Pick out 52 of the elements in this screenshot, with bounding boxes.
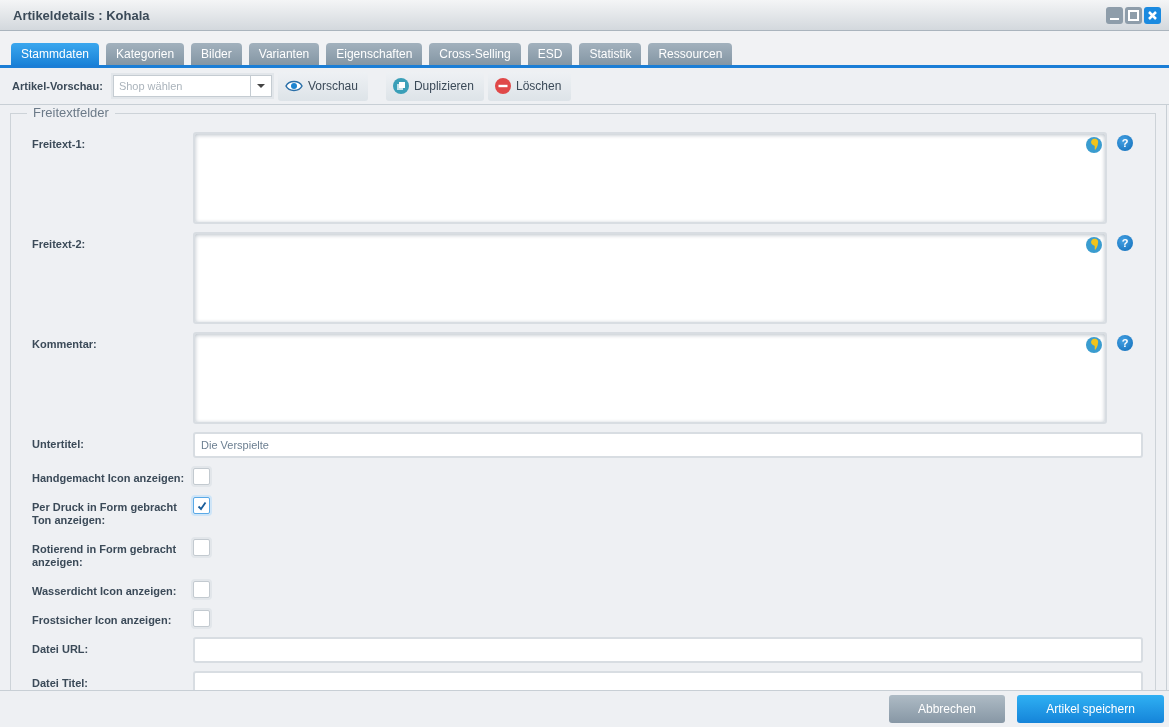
preview-label: Artikel-Vorschau: bbox=[12, 80, 103, 92]
text-area[interactable] bbox=[193, 332, 1107, 424]
checkbox[interactable] bbox=[193, 497, 210, 514]
field-label: Per Druck in Form gebracht Ton anzeigen: bbox=[32, 500, 178, 527]
caret-icon bbox=[256, 84, 265, 88]
tab[interactable]: Kategorien bbox=[106, 43, 185, 65]
help-icon[interactable]: ? bbox=[1117, 335, 1133, 351]
field-label: Datei Titel: bbox=[32, 676, 90, 690]
dropdown-trigger[interactable] bbox=[249, 75, 272, 97]
field-label: Freitext-2: bbox=[32, 237, 87, 251]
field-label: Untertitel: bbox=[32, 437, 85, 451]
text-field[interactable]: Die Verspielte bbox=[193, 432, 1143, 458]
window-title: Artikeldetails : Kohala bbox=[13, 7, 150, 23]
maximize-icon[interactable] bbox=[1125, 6, 1142, 24]
tab[interactable]: Statistik bbox=[579, 43, 642, 65]
tab[interactable]: Eigenschaften bbox=[326, 43, 423, 65]
copy-icon bbox=[392, 78, 409, 94]
fieldset-legend: Freitextfelder bbox=[27, 105, 115, 120]
field-label: Wasserdicht Icon anzeigen: bbox=[32, 584, 178, 598]
field-label: Handgemacht Icon anzeigen: bbox=[32, 471, 186, 485]
tab[interactable]: Bilder bbox=[191, 43, 242, 65]
tab[interactable]: Ressourcen bbox=[648, 43, 733, 65]
field-label: Kommentar: bbox=[32, 337, 98, 351]
help-icon[interactable]: ? bbox=[1117, 135, 1133, 151]
checkmark-icon bbox=[196, 500, 207, 511]
text-field[interactable] bbox=[193, 637, 1143, 663]
shop-select[interactable]: Shop wählen bbox=[112, 75, 250, 97]
field-label: Datei URL: bbox=[32, 642, 90, 656]
tab[interactable]: Stammdaten bbox=[11, 43, 100, 65]
save-button[interactable]: Artikel speichern bbox=[1017, 695, 1164, 723]
field-label: Frostsicher Icon anzeigen: bbox=[32, 613, 173, 627]
cancel-button[interactable]: Abbrechen bbox=[889, 695, 1005, 723]
globe-icon[interactable] bbox=[1086, 237, 1102, 253]
text-area[interactable] bbox=[193, 132, 1107, 224]
tab[interactable]: ESD bbox=[527, 43, 573, 65]
tab[interactable]: Cross-Selling bbox=[429, 43, 521, 65]
text-area[interactable] bbox=[193, 232, 1107, 324]
minus-icon bbox=[494, 78, 511, 94]
minimize-icon[interactable] bbox=[1106, 6, 1123, 24]
checkbox[interactable] bbox=[193, 581, 210, 598]
text-field[interactable] bbox=[193, 671, 1143, 690]
field-label: Rotierend in Form gebracht anzeigen: bbox=[32, 542, 178, 569]
checkbox[interactable] bbox=[193, 610, 210, 627]
tab[interactable]: Varianten bbox=[248, 43, 320, 65]
eye-icon bbox=[284, 80, 303, 92]
checkbox[interactable] bbox=[193, 468, 210, 485]
globe-icon[interactable] bbox=[1086, 337, 1102, 353]
help-icon[interactable]: ? bbox=[1117, 235, 1133, 251]
close-icon[interactable] bbox=[1144, 6, 1161, 24]
checkbox[interactable] bbox=[193, 539, 210, 556]
field-label: Freitext-1: bbox=[32, 137, 87, 151]
globe-icon[interactable] bbox=[1086, 137, 1102, 153]
